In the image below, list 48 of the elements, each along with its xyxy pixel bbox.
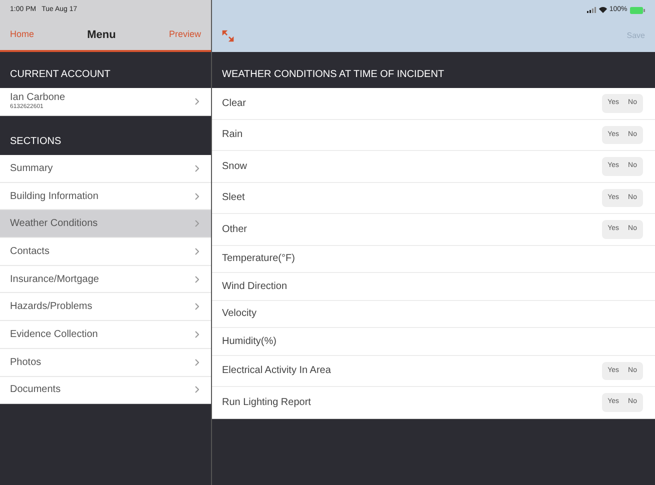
menu-item[interactable]: Weather Conditions xyxy=(0,210,211,238)
chevron-icon xyxy=(195,220,199,228)
menu-item[interactable]: Contacts xyxy=(0,238,211,266)
field-label: Temperature(°F) xyxy=(222,252,295,266)
chevron-icon xyxy=(195,330,199,338)
chevron-icon xyxy=(195,192,199,200)
chevron-icon xyxy=(195,248,199,255)
field-label: Sleet xyxy=(222,191,245,206)
field-label: Wind Direction xyxy=(222,280,288,294)
menu-item[interactable]: Insurance/Mortgage xyxy=(0,266,211,294)
menu-item[interactable]: Building Information xyxy=(0,182,211,210)
section-header: WEATHER CONDITIONS AT TIME OF INCIDENT xyxy=(221,68,446,82)
signal-icon xyxy=(586,7,596,13)
menu-item-label: Evidence Collection xyxy=(10,328,98,342)
section-header: SECTIONS xyxy=(9,135,62,149)
menu-item-label: Hazards/Problems xyxy=(10,300,92,314)
field-label: Velocity xyxy=(222,307,256,322)
menu-item-label: Contacts xyxy=(10,244,50,259)
chevron-icon xyxy=(195,386,199,394)
field-label: Other xyxy=(222,222,248,237)
menu-item[interactable]: Hazards/Problems xyxy=(0,293,211,322)
nav-title: Menu xyxy=(87,28,116,43)
chevron-icon xyxy=(195,303,199,310)
field-label: Humidity(%) xyxy=(222,334,276,349)
wifi-icon xyxy=(598,7,607,13)
menu-item[interactable]: Summary xyxy=(0,155,211,183)
field-label: Run Lighting Report xyxy=(222,396,311,410)
menu-item-label: Photos xyxy=(10,356,42,370)
field-label: Electrical Activity In Area xyxy=(222,364,331,378)
menu-item[interactable]: Documents xyxy=(0,376,211,404)
chevron-icon xyxy=(195,164,199,172)
menu-item-label: Insurance/Mortgage xyxy=(10,272,99,287)
menu-item[interactable]: Photos xyxy=(0,348,211,376)
menu-item-label: Weather Conditions xyxy=(10,217,98,232)
section-header: CURRENT ACCOUNT xyxy=(9,68,112,82)
menu-item-label: Documents xyxy=(10,383,61,398)
field-label: Snow xyxy=(222,160,248,174)
chevron-icon xyxy=(195,358,199,366)
expand-icon[interactable] xyxy=(222,30,234,42)
battery-icon xyxy=(630,6,645,14)
field-label: Clear xyxy=(222,96,246,111)
account-name: Ian Carbone xyxy=(10,92,66,102)
menu-item-label: Building Information xyxy=(10,190,98,204)
chevron-icon xyxy=(195,98,199,105)
chevron-icon xyxy=(195,276,199,283)
menu-item-label: Summary xyxy=(10,162,53,176)
menu-item[interactable]: Evidence Collection xyxy=(0,321,211,349)
field-label: Rain xyxy=(222,128,243,142)
